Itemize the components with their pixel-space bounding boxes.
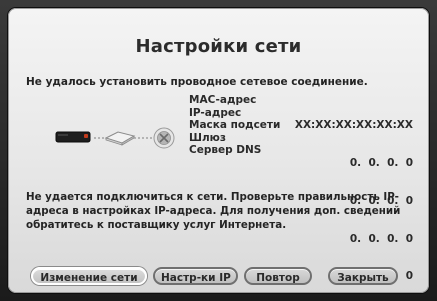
player-icon (55, 131, 91, 143)
button-bar: Изменение сети Настр-ки IP Повтор Закрыт… (8, 263, 429, 289)
ip-address-value: 0. 0. 0. 0 (349, 156, 413, 169)
dns-server-label: Сервер DNS (189, 144, 262, 157)
screen-frame: Настройки сети Не удалось установить про… (0, 0, 437, 301)
mac-address-label: MAC-адрес (189, 94, 257, 106)
network-diagram (55, 127, 175, 149)
connection-failure-message: Не удается подключиться к сети. Проверьт… (26, 191, 401, 231)
network-settings-dialog: Настройки сети Не удалось установить про… (8, 8, 429, 293)
error-message: Не удалось установить проводное сетевое … (26, 76, 368, 88)
network-info-labels: MAC-адрес IP-адрес Маска подсети Шлюз Се… (189, 94, 280, 157)
ip-address-label: IP-адрес (189, 106, 242, 119)
dialog-title: Настройки сети (135, 36, 302, 57)
mac-address-value: XX:XX:XX:XX:XX:XX (294, 119, 413, 132)
internet-globe-icon (153, 127, 175, 149)
gateway-value: 0. 0. 0. 0 (349, 232, 413, 245)
close-button[interactable]: Закрыть (328, 267, 398, 285)
retry-button[interactable]: Повтор (244, 267, 312, 285)
ip-settings-button[interactable]: Настр-ки IP (153, 267, 238, 285)
gateway-label: Шлюз (189, 131, 226, 144)
subnet-mask-label: Маска подсети (189, 119, 281, 132)
router-icon (104, 131, 136, 146)
change-network-button[interactable]: Изменение сети (31, 267, 147, 285)
